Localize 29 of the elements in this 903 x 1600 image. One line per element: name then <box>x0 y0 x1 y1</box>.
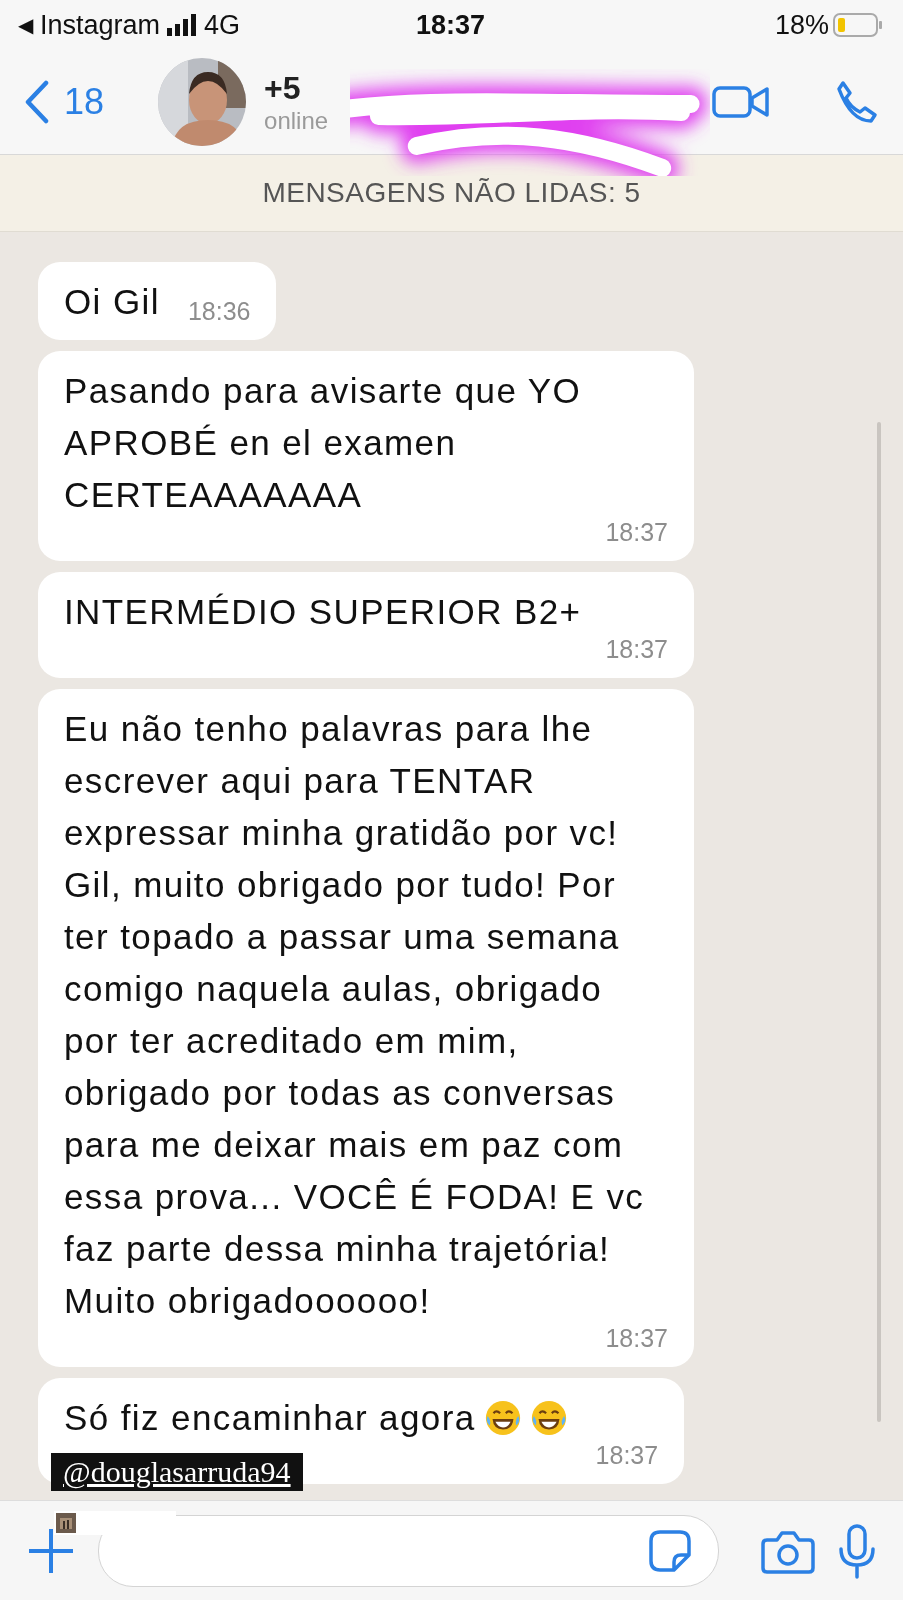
back-arrow-glyph[interactable]: ◀ <box>18 13 33 37</box>
unread-messages-label: MENSAGENS NÃO LIDAS: 5 <box>262 177 641 209</box>
message-text: Só fiz encaminhar agora <box>64 1392 568 1444</box>
add-icon[interactable] <box>26 1526 76 1576</box>
camera-icon[interactable] <box>761 1528 815 1574</box>
signal-icon <box>167 14 198 36</box>
message-text: Eu não tenho palavras para lhe escrever aqui para TENTAR expressar minha gratidão por vc! Gil, muito obrigado por tudo! Por ter topado a passar uma semana comigo naquela aulas, obrigado por ter acreditado em mim, obrigado por todas as conversas para me deixar mais em paz com essa prova... VOCÊ É FODA! E vc faz parte dessa minha trajetória! Muito obrigadoooooo! <box>64 708 646 1322</box>
message-text: Oi Gil <box>64 281 160 323</box>
microphone-icon[interactable] <box>837 1523 877 1579</box>
network-label: 4G <box>204 9 241 41</box>
message-time: 18:37 <box>604 517 668 548</box>
message-text: Pasando para avisarte que YO APROBÉ en el examen CERTEAAAAAAA <box>64 370 583 516</box>
battery-icon <box>833 13 883 37</box>
laughing-emoji-icon <box>483 1399 522 1437</box>
battery-percent: 18% <box>774 9 829 41</box>
message-text: INTERMÉDIO SUPERIOR B2+ <box>64 591 582 633</box>
back-chevron-icon[interactable] <box>24 80 50 124</box>
message-time: 18:37 <box>604 1323 668 1354</box>
clock: 18:37 <box>415 9 485 40</box>
message-time: 18:36 <box>187 296 251 327</box>
back-app-label[interactable]: Instagram <box>40 9 161 41</box>
contact-name[interactable]: +5 <box>264 69 711 107</box>
back-button[interactable]: 18 <box>24 80 105 124</box>
message-time: 18:37 <box>594 1440 659 1471</box>
laughing-emoji-icon <box>529 1399 568 1437</box>
message-time: 18:37 <box>604 634 668 665</box>
mention-sticker[interactable]: @douglasarruda94 <box>51 1453 303 1491</box>
presence-status: online <box>264 106 330 135</box>
sticker-icon[interactable] <box>648 1529 692 1573</box>
